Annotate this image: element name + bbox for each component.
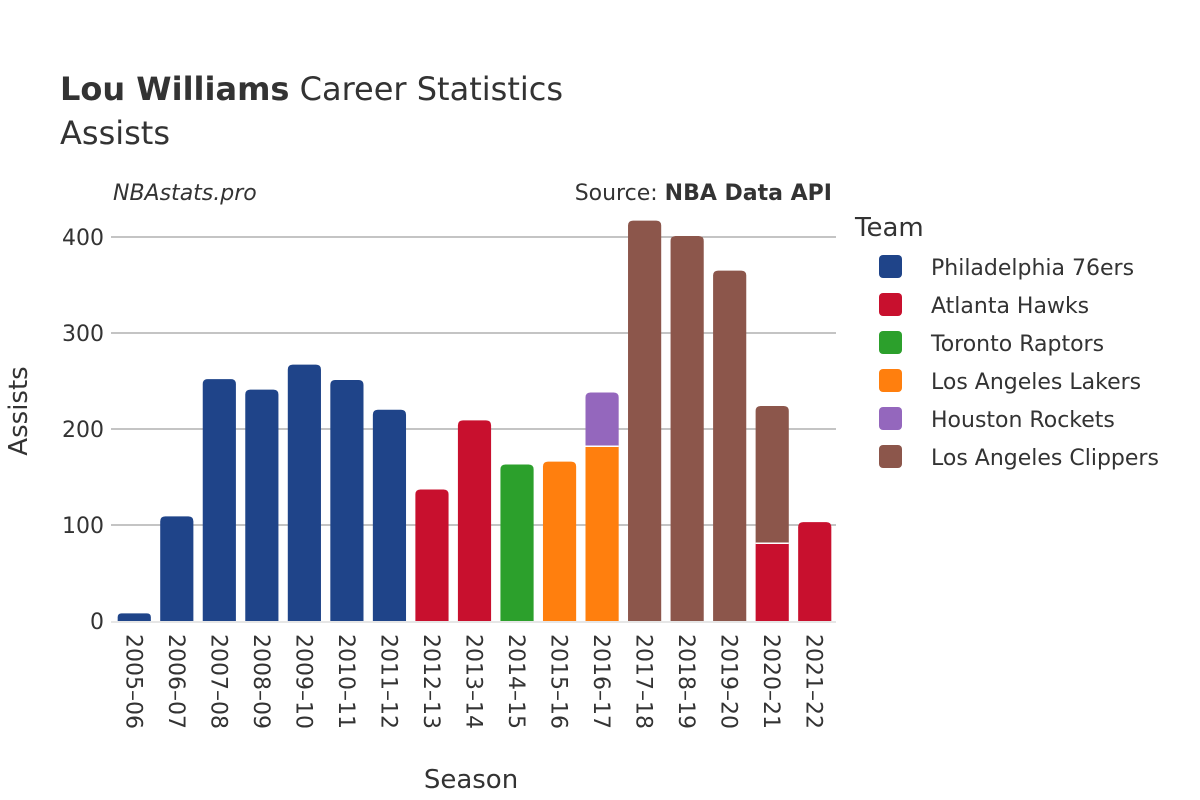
chart-subtitle: Assists xyxy=(60,114,170,152)
legend-swatch xyxy=(879,255,902,278)
y-tick-label: 200 xyxy=(62,418,104,443)
y-tick-label: 100 xyxy=(62,514,104,539)
x-axis-ticks: 2005–06 2006–07 2007–08 2008–09 2009–10 2010–… xyxy=(120,634,825,729)
bar-segment xyxy=(330,380,364,621)
y-axis-title: Assists xyxy=(4,366,34,455)
legend-item[interactable]: Toronto Raptors xyxy=(879,331,1104,357)
legend-item[interactable]: Los Angeles Clippers xyxy=(879,445,1159,471)
source-name: NBA Data API xyxy=(665,181,832,206)
bar-segment xyxy=(798,522,832,621)
x-tick-label: 2014–15 xyxy=(503,634,528,729)
x-tick-label: 2015–16 xyxy=(546,634,571,729)
bar-segment xyxy=(542,461,577,621)
legend-label: Houston Rockets xyxy=(931,408,1115,433)
bar-segment xyxy=(755,543,789,621)
x-tick-label: 2018–19 xyxy=(673,634,698,729)
bar-segment xyxy=(755,405,789,544)
x-tick-label: 2007–08 xyxy=(205,634,230,729)
legend-item[interactable]: Los Angeles Lakers xyxy=(879,369,1141,395)
source-prefix: Source: xyxy=(575,181,665,206)
x-tick-label: 2006–07 xyxy=(163,634,188,729)
legend-swatch xyxy=(879,445,902,468)
legend-label: Atlanta Hawks xyxy=(931,294,1089,319)
x-tick-label: 2005–06 xyxy=(120,634,145,729)
bars xyxy=(117,220,832,622)
bar-segment xyxy=(287,364,321,621)
x-tick-label: 2019–20 xyxy=(716,634,741,729)
x-tick-label: 2017–18 xyxy=(631,634,656,729)
bar-segment xyxy=(245,389,279,621)
legend-swatch xyxy=(879,369,902,392)
x-tick-label: 2021–22 xyxy=(801,634,826,729)
x-tick-label: 2020–21 xyxy=(758,634,783,729)
x-tick-label: 2016–17 xyxy=(588,634,613,729)
x-tick-label: 2010–11 xyxy=(333,634,358,729)
chart-svg: Lou Williams Career Statistics Assists N… xyxy=(4,70,1159,795)
bar-segment xyxy=(713,270,747,621)
x-axis-title: Season xyxy=(424,765,518,795)
y-tick-label: 400 xyxy=(62,226,104,251)
legend-title: Team xyxy=(854,213,924,243)
legend: Philadelphia 76ers Atlanta Hawks Toronto R… xyxy=(879,255,1159,471)
bar-segment xyxy=(457,420,492,621)
legend-item[interactable]: Atlanta Hawks xyxy=(879,293,1089,319)
bar-segment xyxy=(628,220,662,621)
y-tick-label: 300 xyxy=(62,322,104,347)
player-name: Lou Williams xyxy=(60,70,289,108)
legend-label: Philadelphia 76ers xyxy=(931,256,1134,281)
legend-label: Toronto Raptors xyxy=(930,332,1104,357)
bar-segment xyxy=(670,236,704,622)
legend-label: Los Angeles Clippers xyxy=(931,446,1159,471)
legend-item[interactable]: Houston Rockets xyxy=(879,407,1115,433)
x-tick-label: 2011–12 xyxy=(375,634,400,729)
bar-segment xyxy=(202,379,236,621)
bar-segment xyxy=(585,392,619,447)
bar-segment xyxy=(160,516,194,621)
legend-swatch xyxy=(879,293,902,316)
bar-segment xyxy=(372,409,407,621)
y-axis-ticks: 0 100 200 300 400 xyxy=(62,226,104,635)
bar-segment xyxy=(500,464,534,621)
x-tick-label: 2009–10 xyxy=(290,634,315,729)
y-tick-label: 0 xyxy=(90,610,104,635)
title-rest: Career Statistics xyxy=(289,70,563,108)
legend-label: Los Angeles Lakers xyxy=(931,370,1141,395)
bar-segment xyxy=(585,446,619,621)
legend-swatch xyxy=(879,407,902,430)
x-tick-label: 2012–13 xyxy=(418,634,443,729)
bar-segment xyxy=(415,489,449,621)
legend-item[interactable]: Philadelphia 76ers xyxy=(879,255,1134,281)
legend-swatch xyxy=(879,331,902,354)
source-credit: Source: NBA Data API xyxy=(575,181,832,206)
bar-segment xyxy=(117,613,151,621)
x-tick-label: 2013–14 xyxy=(461,634,486,729)
site-credit: NBAstats.pro xyxy=(113,181,257,206)
chart-title: Lou Williams Career Statistics xyxy=(60,70,563,108)
x-tick-label: 2008–09 xyxy=(248,634,273,729)
